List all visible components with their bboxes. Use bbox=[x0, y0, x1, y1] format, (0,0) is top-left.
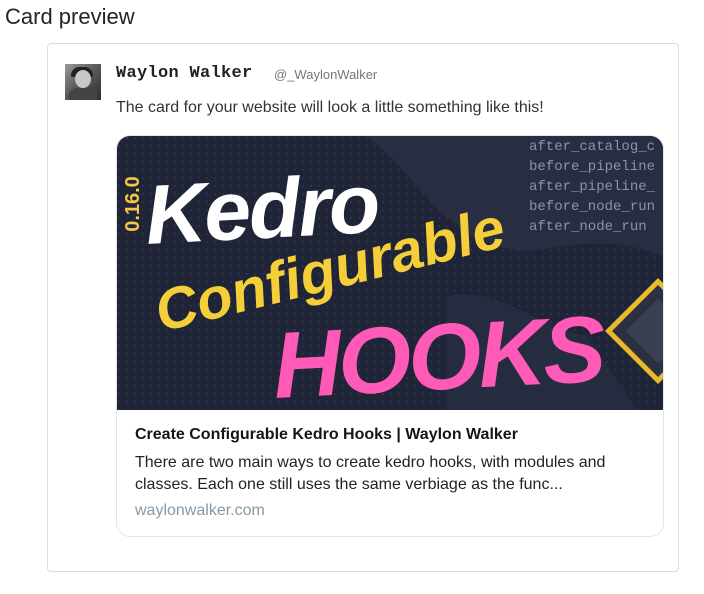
avatar[interactable] bbox=[65, 64, 101, 100]
author-handle[interactable]: @_WaylonWalker bbox=[274, 67, 377, 82]
card-preview-container: Waylon Walker @_WaylonWalker The card fo… bbox=[47, 43, 679, 572]
card-image[interactable]: after_catalog_c before_pipeline after_pi… bbox=[117, 136, 663, 410]
version-label: 0.16.0 bbox=[122, 176, 144, 232]
code-line: after_catalog_c bbox=[529, 139, 655, 155]
section-title: Card preview bbox=[5, 4, 135, 29]
code-line: after_node_run bbox=[529, 219, 647, 235]
card-description: There are two main ways to create kedro … bbox=[135, 454, 606, 493]
author-name[interactable]: Waylon Walker bbox=[116, 64, 253, 83]
word-hooks: HOOKS bbox=[271, 296, 608, 410]
code-lines: after_catalog_c before_pipeline after_pi… bbox=[529, 139, 656, 235]
code-line: before_node_run bbox=[529, 199, 655, 215]
code-line: before_pipeline bbox=[529, 159, 655, 175]
card-title[interactable]: Create Configurable Kedro Hooks | Waylon… bbox=[135, 426, 518, 444]
tweet-text: The card for your website will look a li… bbox=[116, 99, 544, 116]
link-card[interactable]: after_catalog_c before_pipeline after_pi… bbox=[116, 135, 664, 537]
code-line: after_pipeline_ bbox=[529, 179, 656, 195]
card-domain[interactable]: waylonwalker.com bbox=[135, 502, 265, 520]
